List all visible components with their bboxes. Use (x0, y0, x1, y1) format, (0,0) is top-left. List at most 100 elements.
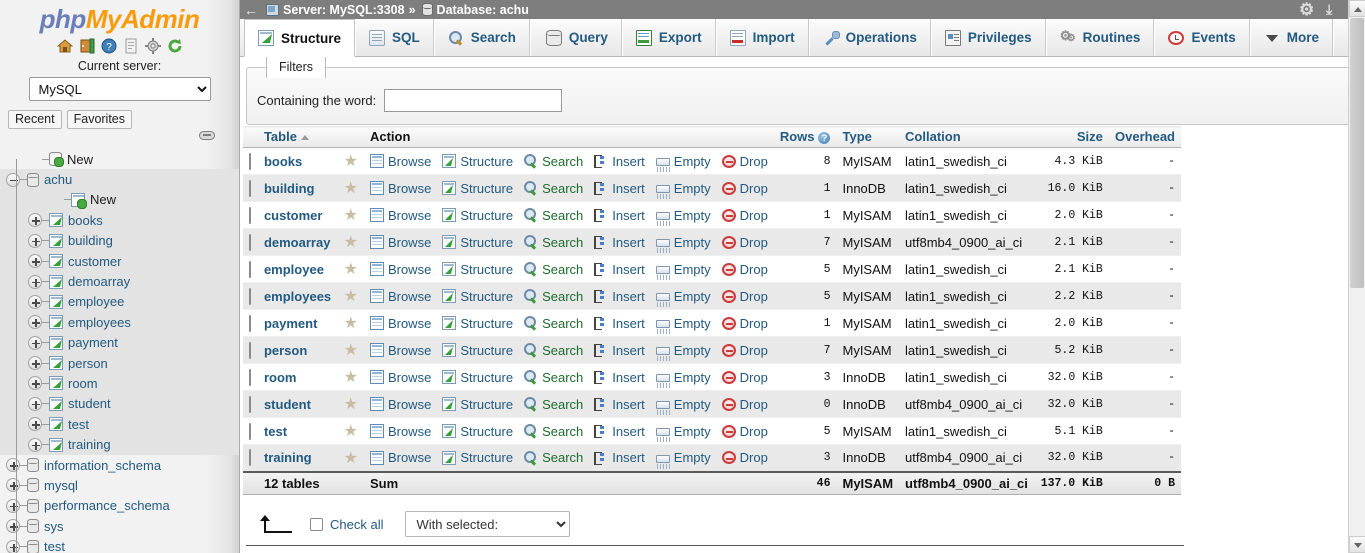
tree-item-mysql[interactable]: mysql (0, 475, 239, 495)
structure-link[interactable]: Structure (442, 397, 513, 412)
row-checkbox[interactable] (249, 206, 252, 224)
empty-link[interactable]: Empty (655, 343, 711, 361)
structure-link[interactable]: Structure (442, 154, 513, 169)
browse-link[interactable]: Browse (369, 154, 431, 169)
row-checkbox[interactable] (249, 287, 252, 305)
check-all-checkbox[interactable] (310, 517, 323, 531)
favorite-star-icon[interactable]: ★ (344, 315, 358, 332)
expand-icon[interactable] (28, 376, 42, 391)
browse-link[interactable]: Browse (369, 181, 431, 196)
expand-icon[interactable] (6, 519, 20, 534)
empty-link[interactable]: Empty (655, 208, 711, 226)
favorite-star-icon[interactable]: ★ (344, 261, 358, 278)
insert-link[interactable]: Insert (594, 262, 645, 277)
search-link[interactable]: Search (524, 289, 583, 304)
tree-item-test[interactable]: test (0, 414, 239, 435)
row-checkbox[interactable] (249, 179, 252, 197)
drop-link[interactable]: Drop (721, 208, 768, 223)
expand-icon[interactable] (28, 254, 42, 269)
row-checkbox[interactable] (249, 422, 252, 440)
header-collation[interactable]: Collation (899, 126, 1035, 148)
tree-item-employee[interactable]: employee (0, 291, 239, 313)
server-select[interactable]: MySQL (28, 77, 211, 101)
structure-link[interactable]: Structure (442, 181, 513, 196)
collapse-all-icon[interactable]: ⤓ (1326, 2, 1341, 17)
empty-link[interactable]: Empty (655, 424, 711, 442)
insert-link[interactable]: Insert (594, 370, 645, 385)
search-link[interactable]: Search (524, 316, 583, 331)
expand-icon[interactable] (28, 233, 42, 248)
tree-item-person[interactable]: person (0, 352, 239, 374)
tree-item-demoarray[interactable]: demoarray (0, 271, 239, 292)
expand-icon[interactable] (6, 498, 20, 513)
browse-link[interactable]: Browse (369, 208, 431, 223)
table-link[interactable]: test (264, 424, 287, 439)
tree-item-performance-schema[interactable]: performance_schema (0, 496, 239, 516)
search-link[interactable]: Search (524, 450, 583, 465)
expand-icon[interactable] (6, 539, 20, 553)
search-link[interactable]: Search (524, 235, 583, 250)
structure-link[interactable]: Structure (442, 343, 513, 358)
favorite-star-icon[interactable]: ★ (344, 423, 358, 440)
search-link[interactable]: Search (524, 397, 583, 412)
insert-link[interactable]: Insert (594, 424, 645, 439)
structure-link[interactable]: Structure (442, 316, 513, 331)
expand-icon[interactable] (6, 478, 20, 493)
expand-icon[interactable] (28, 213, 42, 228)
insert-link[interactable]: Insert (594, 181, 645, 196)
row-checkbox[interactable] (249, 152, 252, 170)
tree-item-payment[interactable]: payment (0, 332, 239, 353)
drop-link[interactable]: Drop (721, 343, 768, 358)
with-selected-select[interactable]: With selected: (405, 511, 571, 537)
header-table[interactable]: Table (257, 126, 338, 148)
tree-item-New[interactable]: New (0, 149, 239, 169)
table-link[interactable]: building (264, 181, 315, 196)
drop-link[interactable]: Drop (721, 450, 768, 465)
structure-link[interactable]: Structure (442, 370, 513, 385)
structure-link[interactable]: Structure (442, 208, 513, 223)
expand-icon[interactable] (28, 315, 42, 330)
favorite-star-icon[interactable]: ★ (344, 369, 358, 386)
tab-operations[interactable]: Operations (808, 19, 931, 56)
recent-button[interactable]: Recent (8, 110, 62, 129)
structure-link[interactable]: Structure (442, 235, 513, 250)
search-link[interactable]: Search (524, 262, 583, 277)
search-link[interactable]: Search (524, 424, 583, 439)
search-link[interactable]: Search (524, 343, 583, 358)
help-icon[interactable]: ? (818, 131, 831, 144)
browse-link[interactable]: Browse (369, 397, 431, 412)
tab-search[interactable]: Search (433, 19, 530, 56)
favorites-button[interactable]: Favorites (66, 110, 133, 129)
containing-word-input[interactable] (384, 88, 563, 112)
table-link[interactable]: training (264, 450, 312, 465)
structure-link[interactable]: Structure (442, 424, 513, 439)
expand-icon[interactable] (28, 294, 42, 309)
tab-privileges[interactable]: Privileges (930, 19, 1046, 56)
tree-item-New[interactable]: New (0, 189, 239, 211)
structure-link[interactable]: Structure (442, 289, 513, 304)
drop-link[interactable]: Drop (721, 181, 768, 196)
favorite-star-icon[interactable]: ★ (344, 450, 358, 467)
browse-link[interactable]: Browse (369, 424, 431, 439)
empty-link[interactable]: Empty (655, 316, 711, 334)
table-link[interactable]: employee (264, 262, 324, 277)
tab-query[interactable]: Query (529, 19, 622, 56)
row-checkbox[interactable] (249, 233, 252, 251)
table-link[interactable]: books (264, 154, 302, 169)
expand-icon[interactable] (28, 335, 42, 350)
favorite-star-icon[interactable]: ★ (344, 396, 358, 413)
browse-link[interactable]: Browse (369, 262, 431, 277)
vertical-scrollbar[interactable] (1348, 0, 1365, 553)
favorite-star-icon[interactable]: ★ (344, 288, 358, 305)
table-link[interactable]: room (264, 370, 297, 385)
tab-export[interactable]: Export (621, 19, 716, 56)
search-link[interactable]: Search (524, 370, 583, 385)
empty-link[interactable]: Empty (655, 181, 711, 199)
documentation-icon[interactable]: ? (101, 38, 117, 54)
drop-link[interactable]: Drop (721, 289, 768, 304)
browse-link[interactable]: Browse (369, 343, 431, 358)
browse-link[interactable]: Browse (369, 370, 431, 385)
drop-link[interactable]: Drop (721, 316, 768, 331)
insert-link[interactable]: Insert (594, 316, 645, 331)
back-icon[interactable]: ← (244, 2, 258, 18)
